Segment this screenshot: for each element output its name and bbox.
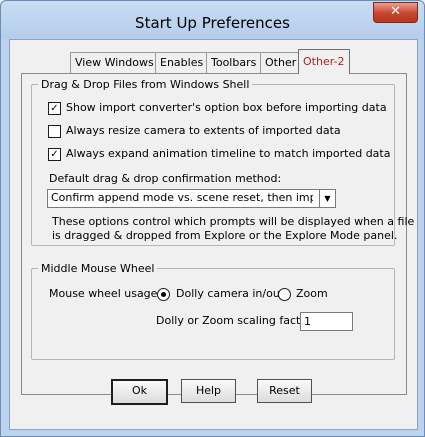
drag-drop-group: Drag & Drop Files from Windows Shell ✓ S… xyxy=(31,78,414,246)
info-text-line-1: These options control which prompts will… xyxy=(52,215,415,228)
dolly-radio[interactable] xyxy=(157,288,170,301)
expand-timeline-label: Always expand animation timeline to matc… xyxy=(66,147,391,160)
scaling-factor-label: Dolly or Zoom scaling factor: xyxy=(156,314,316,327)
help-button[interactable]: Help xyxy=(181,379,236,403)
close-icon: ✕ xyxy=(390,4,401,19)
info-text-line-2: is dragged & dropped from Explore or the… xyxy=(52,229,398,242)
title-bar[interactable]: Start Up Preferences ✕ xyxy=(1,1,424,39)
zoom-radio[interactable] xyxy=(278,288,291,301)
dialog-client: View Windows Enables Toolbars Other Othe… xyxy=(9,39,418,430)
tab-enables[interactable]: Enables xyxy=(155,52,209,73)
default-method-select[interactable]: Confirm append mode vs. scene reset, the… xyxy=(47,189,336,208)
chevron-down-icon[interactable]: ▼ xyxy=(319,190,335,207)
tab-strip: View Windows Enables Toolbars Other Othe… xyxy=(10,40,417,74)
close-button[interactable]: ✕ xyxy=(373,2,418,23)
middle-mouse-group: Middle Mouse Wheel Mouse wheel usage: Do… xyxy=(31,262,395,360)
tab-view-windows[interactable]: View Windows xyxy=(70,52,159,73)
expand-timeline-checkbox[interactable]: ✓ xyxy=(48,148,61,161)
middle-mouse-legend: Middle Mouse Wheel xyxy=(41,262,155,275)
resize-camera-label: Always resize camera to extents of impor… xyxy=(66,124,341,137)
tab-toolbars[interactable]: Toolbars xyxy=(206,52,262,73)
zoom-radio-label: Zoom xyxy=(296,287,328,300)
mouse-wheel-usage-label: Mouse wheel usage: xyxy=(49,287,162,300)
show-import-options-label: Show import converter's option box befor… xyxy=(66,101,387,114)
window-title: Start Up Preferences xyxy=(135,14,290,32)
checkmark-icon: ✓ xyxy=(50,149,59,160)
preferences-window: Start Up Preferences ✕ View Windows Enab… xyxy=(0,0,425,437)
tab-panel-other-2: Drag & Drop Files from Windows Shell ✓ S… xyxy=(21,73,414,395)
ok-button[interactable]: Ok xyxy=(111,379,168,405)
drag-drop-legend: Drag & Drop Files from Windows Shell xyxy=(41,78,250,91)
tab-other-2[interactable]: Other-2 xyxy=(298,49,350,74)
tab-other[interactable]: Other xyxy=(260,52,302,73)
dolly-radio-label: Dolly camera in/out xyxy=(176,287,285,300)
default-method-label: Default drag & drop confirmation method: xyxy=(49,172,282,185)
scaling-factor-input[interactable]: 1 xyxy=(300,312,353,331)
default-method-value: Confirm append mode vs. scene reset, the… xyxy=(51,191,313,204)
checkmark-icon: ✓ xyxy=(50,103,59,114)
reset-button[interactable]: Reset xyxy=(257,379,312,403)
show-import-options-checkbox[interactable]: ✓ xyxy=(48,102,61,115)
resize-camera-checkbox[interactable] xyxy=(48,125,61,138)
